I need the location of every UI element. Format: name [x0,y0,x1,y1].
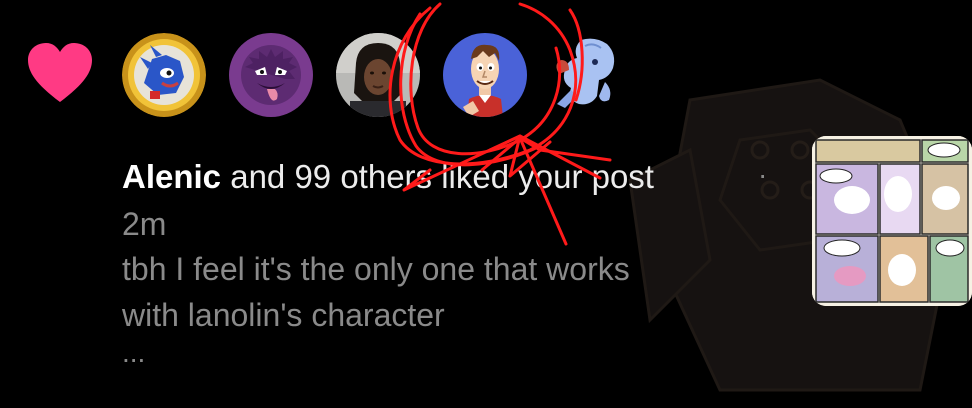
heart-icon [28,43,92,102]
avatar-person[interactable] [336,33,420,117]
truncation-ellipsis: ... [122,337,146,368]
timestamp: 2m [122,206,167,242]
notification-headline: Alenic and 99 others liked your post [122,152,772,202]
post-thumbnail-comic[interactable] [812,136,972,306]
avatar-purple-ghost[interactable] [229,33,313,117]
separator-dot: · [758,159,768,190]
like-notification[interactable]: Alenic and 99 others liked your post 2m … [0,0,972,408]
actor-name[interactable]: Alenic [122,158,221,195]
notification-text[interactable]: Alenic and 99 others liked your post 2m … [122,152,772,368]
avatar-cartoon-man[interactable] [443,33,527,117]
post-snippet: tbh I feel it's the only one that works … [122,251,630,333]
action-text: and 99 others liked your post [221,158,654,195]
avatar-partial-character[interactable] [551,34,619,112]
avatar-sonic-medal[interactable] [122,33,206,117]
